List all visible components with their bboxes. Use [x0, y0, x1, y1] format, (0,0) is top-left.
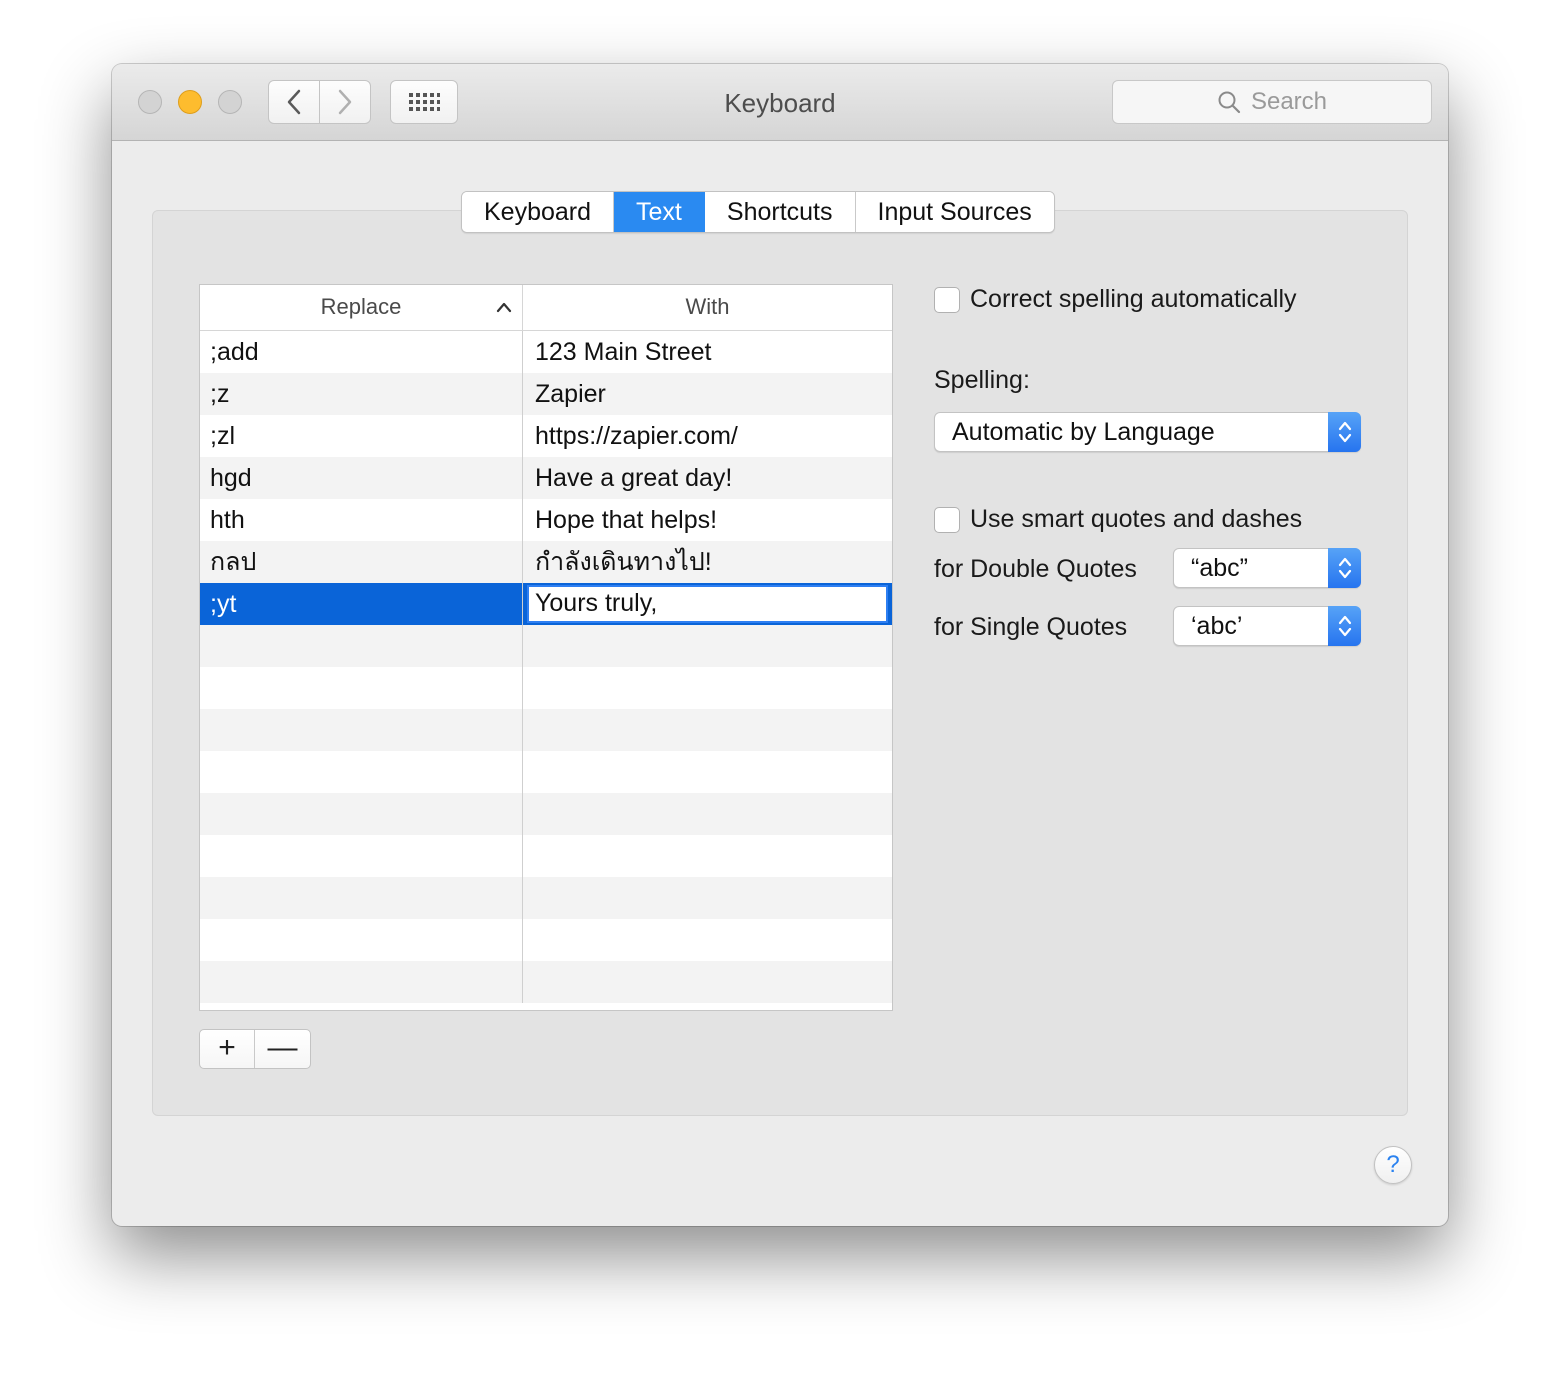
replace-cell[interactable]: hgd [200, 457, 523, 499]
table-row[interactable]: กลป กำลังเดินทางไป! [200, 541, 892, 583]
replace-cell[interactable]: ;zl [200, 415, 523, 457]
with-cell[interactable]: Zapier [523, 373, 892, 415]
updown-arrows-icon [1338, 615, 1351, 637]
replace-cell[interactable]: hth [200, 499, 523, 541]
empty-row [200, 625, 892, 667]
tab-input-sources[interactable]: Input Sources [855, 192, 1054, 232]
smart-quotes-label: Use smart quotes and dashes [970, 505, 1303, 533]
updown-arrows-icon [1338, 557, 1351, 579]
tab-text[interactable]: Text [614, 192, 705, 232]
empty-row [200, 709, 892, 751]
empty-row [200, 919, 892, 961]
double-quotes-label: for Double Quotes [934, 555, 1137, 583]
single-quotes-popup[interactable]: ‘abc’ [1173, 606, 1361, 646]
table-row[interactable]: ;z Zapier [200, 373, 892, 415]
updown-arrows-icon [1338, 421, 1351, 443]
spelling-stepper[interactable] [1328, 412, 1361, 452]
spelling-popup[interactable]: Automatic by Language [934, 412, 1361, 452]
empty-row [200, 877, 892, 919]
with-edit-field[interactable]: Yours truly, [527, 585, 888, 623]
tab-shortcuts[interactable]: Shortcuts [704, 192, 856, 232]
tab-keyboard[interactable]: Keyboard [462, 192, 615, 232]
add-button[interactable]: + [200, 1030, 256, 1068]
empty-row [200, 667, 892, 709]
with-cell[interactable]: 123 Main Street [523, 331, 892, 373]
double-quotes-stepper[interactable] [1328, 548, 1361, 588]
with-cell[interactable]: https://zapier.com/ [523, 415, 892, 457]
text-replacement-table[interactable]: Replace With ;add 123 Main Street ;z Zap… [199, 284, 893, 1011]
with-cell[interactable]: Have a great day! [523, 457, 892, 499]
tab-bar: Keyboard Text Shortcuts Input Sources [461, 191, 1055, 233]
smart-quotes-checkbox[interactable] [934, 506, 960, 533]
table-row-selected[interactable]: ;yt Yours truly, [200, 583, 892, 625]
keyboard-preferences-window: Keyboard Search Keyboard Text Shortcuts … [112, 64, 1448, 1226]
table-header: Replace With [200, 285, 892, 331]
empty-row [200, 751, 892, 793]
correct-spelling-option[interactable]: Correct spelling automatically [934, 285, 1297, 314]
single-quotes-label: for Single Quotes [934, 613, 1128, 641]
remove-button[interactable]: — [255, 1030, 310, 1068]
search-icon [1218, 91, 1241, 114]
correct-spelling-label: Correct spelling automatically [970, 285, 1297, 313]
correct-spelling-checkbox[interactable] [934, 286, 960, 313]
with-cell[interactable]: Hope that helps! [523, 499, 892, 541]
single-quotes-value: ‘abc’ [1191, 612, 1243, 640]
column-header-with[interactable]: With [523, 285, 892, 330]
table-row[interactable]: hgd Have a great day! [200, 457, 892, 499]
add-remove-control: + — [199, 1029, 311, 1069]
sort-ascending-icon [496, 302, 512, 313]
spelling-popup-value: Automatic by Language [952, 418, 1215, 446]
search-placeholder: Search [1250, 88, 1328, 115]
smart-quotes-option[interactable]: Use smart quotes and dashes [934, 505, 1302, 534]
with-cell-editing[interactable]: Yours truly, [523, 583, 892, 625]
spelling-label: Spelling: [934, 366, 1030, 394]
empty-row [200, 835, 892, 877]
help-button[interactable]: ? [1374, 1146, 1412, 1184]
replace-cell[interactable]: กลป [200, 541, 523, 583]
replace-cell[interactable]: ;z [200, 373, 523, 415]
column-header-replace[interactable]: Replace [200, 285, 523, 330]
column-header-replace-label: Replace [320, 294, 402, 319]
empty-row [200, 961, 892, 1003]
replace-cell[interactable]: ;add [200, 331, 523, 373]
table-body: ;add 123 Main Street ;z Zapier ;zl https… [200, 331, 892, 1003]
table-row[interactable]: hth Hope that helps! [200, 499, 892, 541]
replace-cell[interactable]: ;yt [200, 583, 523, 625]
double-quotes-value: “abc” [1191, 554, 1248, 582]
table-row[interactable]: ;zl https://zapier.com/ [200, 415, 892, 457]
table-row[interactable]: ;add 123 Main Street [200, 331, 892, 373]
with-cell[interactable]: กำลังเดินทางไป! [523, 541, 892, 583]
title-bar: Keyboard Search [112, 64, 1448, 141]
empty-row [200, 793, 892, 835]
single-quotes-stepper[interactable] [1328, 606, 1361, 646]
double-quotes-popup[interactable]: “abc” [1173, 548, 1361, 588]
search-field[interactable]: Search [1112, 80, 1432, 124]
